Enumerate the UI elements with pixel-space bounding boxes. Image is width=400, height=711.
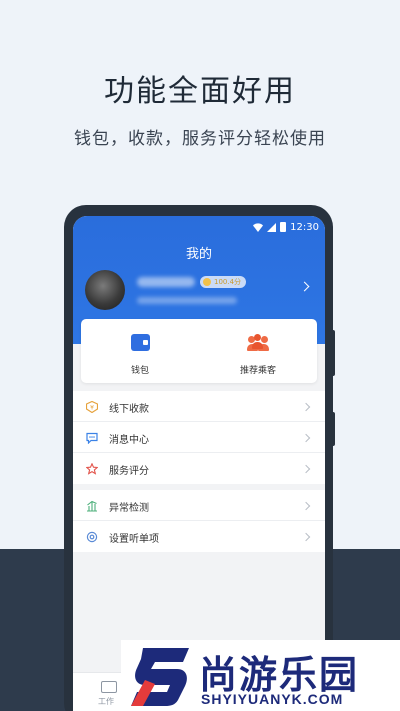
phone-side-button <box>331 330 335 376</box>
svg-text:¥: ¥ <box>90 405 94 412</box>
profile-chevron-icon[interactable] <box>299 281 310 292</box>
quick-actions-card: 钱包 推荐乘客 <box>81 319 317 383</box>
recommend-passenger-label: 推荐乘客 <box>239 366 276 376</box>
score-badge: 100.4分 <box>200 276 247 288</box>
chevron-right-icon <box>301 532 311 542</box>
page-title: 我的 <box>185 247 212 262</box>
wallet-label: 钱包 <box>130 366 149 376</box>
chevron-right-icon <box>301 402 311 412</box>
wallet-icon <box>131 334 150 351</box>
coin-icon <box>203 278 211 286</box>
people-icon <box>247 334 269 352</box>
work-tab-icon <box>101 681 117 693</box>
menu-item-label: 线下收款 <box>109 404 149 415</box>
chevron-right-icon <box>301 433 311 443</box>
watermark-english: SHYIYUANYK.COM <box>201 691 344 707</box>
avatar[interactable] <box>85 270 125 310</box>
phone-side-button <box>331 412 335 446</box>
menu-item-message-center[interactable]: 消息中心 <box>73 422 325 453</box>
menu-item-anomaly-detection[interactable]: 异常检测 <box>73 490 325 521</box>
message-icon <box>86 432 98 444</box>
wifi-icon <box>253 222 264 232</box>
menu-item-label: 消息中心 <box>109 435 149 446</box>
menu-item-label: 服务评分 <box>109 466 149 477</box>
phone-screen: 12:30 我的 100.4分 钱包 推荐乘客 ¥ 线下收款 消息中心 服务评分… <box>73 216 325 711</box>
promo-headline: 功能全面好用 <box>104 74 296 109</box>
menu-item-offline-payment[interactable]: ¥ 线下收款 <box>73 391 325 422</box>
wallet-button[interactable]: 钱包 <box>81 319 199 383</box>
blurred-user-info <box>137 297 237 304</box>
status-time: 12:30 <box>290 221 319 233</box>
recommend-passenger-button[interactable]: 推荐乘客 <box>199 319 317 383</box>
menu-item-label: 设置听单项 <box>109 534 159 545</box>
score-value: 100.4分 <box>214 278 242 286</box>
menu-item-order-settings[interactable]: 设置听单项 <box>73 521 325 552</box>
menu-group-2: 异常检测 设置听单项 <box>73 490 325 552</box>
chevron-right-icon <box>301 464 311 474</box>
site-watermark: 尚游乐园 SHYIYUANYK.COM <box>121 640 400 711</box>
blurred-username <box>137 277 195 287</box>
detect-icon <box>87 500 97 512</box>
menu-group-1: ¥ 线下收款 消息中心 服务评分 <box>73 391 325 484</box>
menu-item-label: 异常检测 <box>109 503 149 514</box>
tab-work-label: 工作 <box>98 697 114 706</box>
watermark-logo-icon <box>131 648 189 706</box>
menu-item-service-rating[interactable]: 服务评分 <box>73 453 325 484</box>
status-bar: 12:30 <box>253 220 319 234</box>
star-icon <box>86 463 98 475</box>
settings-icon <box>86 531 98 543</box>
battery-icon <box>280 222 287 232</box>
promo-subline: 钱包，收款，服务评分轻松使用 <box>74 129 326 149</box>
chevron-right-icon <box>301 501 311 511</box>
signal-icon <box>267 222 277 232</box>
payment-icon: ¥ <box>86 401 98 413</box>
